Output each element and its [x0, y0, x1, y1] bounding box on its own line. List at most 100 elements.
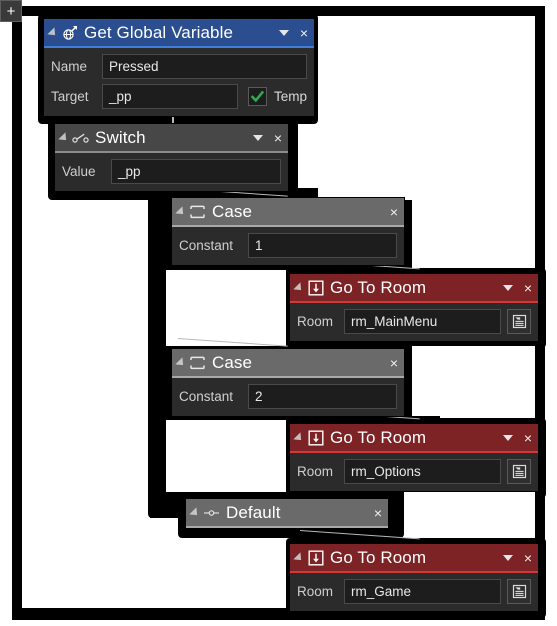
field-label-room: Room: [297, 584, 334, 599]
canvas-gap-case1-rt: [412, 200, 535, 268]
go-to-room-icon: [307, 429, 324, 446]
close-icon[interactable]: ×: [523, 281, 533, 295]
room-picker-icon[interactable]: [507, 579, 531, 604]
collapse-arrow-icon[interactable]: [175, 356, 187, 369]
block-title-get-global-variable: Get Global Variable: [84, 22, 233, 42]
block-body-go-to-room-2: Room rm_Options: [290, 453, 538, 491]
close-icon[interactable]: ×: [389, 356, 399, 370]
name-input[interactable]: Pressed: [102, 54, 307, 79]
check-icon: [250, 90, 265, 103]
add-action-button-label: +: [6, 2, 16, 20]
target-input[interactable]: _pp: [102, 84, 238, 109]
dnd-canvas[interactable]: + Get Global Variable × Name Pressed Tar…: [0, 0, 557, 626]
block-header-go-to-room-2[interactable]: Go To Room ×: [290, 424, 538, 451]
constant-input-2[interactable]: 2: [248, 384, 397, 409]
block-case-1[interactable]: Case × Constant 1: [172, 198, 404, 265]
close-icon[interactable]: ×: [299, 26, 309, 40]
field-row-name: Name Pressed: [51, 54, 307, 79]
chevron-down-icon[interactable]: [502, 284, 513, 291]
temp-checkbox-label: Temp: [273, 89, 307, 104]
close-icon[interactable]: ×: [523, 551, 533, 565]
field-row-constant-2: Constant 2: [179, 384, 397, 409]
block-header-go-to-room-3[interactable]: Go To Room ×: [290, 544, 538, 571]
field-label-value: Value: [62, 164, 96, 179]
canvas-gap-default-rt: [404, 492, 535, 538]
collapse-arrow-icon[interactable]: [175, 205, 187, 218]
go-to-room-icon: [307, 279, 324, 296]
block-header-case-1[interactable]: Case ×: [172, 198, 404, 225]
switch-body-outline: [150, 202, 152, 518]
global-variable-icon: [61, 24, 78, 41]
collapse-arrow-icon[interactable]: [293, 551, 305, 564]
field-row-room-2: Room rm_Options: [297, 459, 531, 484]
temp-checkbox[interactable]: [247, 87, 267, 106]
case-loop-icon: [189, 354, 206, 371]
block-go-to-room-2[interactable]: Go To Room × Room rm_Options: [290, 424, 538, 491]
block-case-2[interactable]: Case × Constant 2: [172, 349, 404, 416]
add-action-button[interactable]: +: [0, 0, 22, 22]
field-label-constant: Constant: [179, 238, 234, 253]
chevron-down-icon[interactable]: [502, 434, 513, 441]
field-label-room: Room: [297, 314, 334, 329]
constant-input-1[interactable]: 1: [248, 233, 397, 258]
block-default[interactable]: Default ×: [186, 499, 388, 528]
block-body-case-1: Constant 1: [172, 227, 404, 265]
chevron-down-icon[interactable]: [502, 554, 513, 561]
collapse-arrow-icon[interactable]: [58, 131, 70, 144]
block-header-switch[interactable]: Switch ×: [55, 124, 288, 151]
room-input-3[interactable]: rm_Game: [344, 579, 501, 604]
block-go-to-room-3[interactable]: Go To Room × Room rm_Game: [290, 544, 538, 611]
block-body-go-to-room-1: Room rm_MainMenu: [290, 303, 538, 341]
collapse-arrow-icon[interactable]: [293, 281, 305, 294]
field-label-room: Room: [297, 464, 334, 479]
block-title-go-to-room-1: Go To Room: [330, 277, 427, 297]
room-input-1[interactable]: rm_MainMenu: [344, 309, 501, 334]
block-body-get-global-variable: Name Pressed Target _pp Temp: [44, 48, 314, 116]
block-title-go-to-room-2: Go To Room: [330, 427, 427, 447]
canvas-gap-upper: [318, 16, 535, 200]
canvas-gap-case2-rt: [412, 346, 535, 416]
chevron-down-icon[interactable]: [278, 29, 289, 36]
close-icon[interactable]: ×: [389, 205, 399, 219]
block-body-case-2: Constant 2: [172, 378, 404, 416]
room-picker-icon[interactable]: [507, 309, 531, 334]
collapse-arrow-icon[interactable]: [47, 26, 59, 39]
field-label-constant: Constant: [179, 389, 234, 404]
close-icon[interactable]: ×: [273, 131, 283, 145]
block-header-case-2[interactable]: Case ×: [172, 349, 404, 376]
close-icon[interactable]: ×: [373, 506, 383, 520]
room-picker-icon[interactable]: [507, 459, 531, 484]
chevron-down-icon[interactable]: [252, 134, 263, 141]
block-body-go-to-room-3: Room rm_Game: [290, 573, 538, 611]
canvas-gap-bottom: [22, 538, 286, 608]
block-header-go-to-room-1[interactable]: Go To Room ×: [290, 274, 538, 301]
field-row-room-1: Room rm_MainMenu: [297, 309, 531, 334]
switch-icon: [72, 129, 89, 146]
block-title-default: Default: [226, 502, 281, 522]
block-title-case-2: Case: [212, 352, 253, 372]
scaffold-outer-left: [12, 6, 22, 620]
field-row-value: Value _pp: [62, 159, 281, 184]
block-go-to-room-1[interactable]: Go To Room × Room rm_MainMenu: [290, 274, 538, 341]
canvas-gap-room1-lt: [166, 270, 286, 346]
temp-checkbox-wrap[interactable]: Temp: [247, 87, 307, 106]
block-header-get-global-variable[interactable]: Get Global Variable ×: [44, 19, 314, 46]
collapse-arrow-icon[interactable]: [293, 431, 305, 444]
field-label-name: Name: [51, 59, 88, 74]
room-input-2[interactable]: rm_Options: [344, 459, 501, 484]
block-title-case-1: Case: [212, 201, 253, 221]
field-row-room-3: Room rm_Game: [297, 579, 531, 604]
collapse-arrow-icon[interactable]: [189, 506, 201, 519]
block-get-global-variable[interactable]: Get Global Variable × Name Pressed Targe…: [44, 19, 314, 116]
go-to-room-icon: [307, 549, 324, 566]
field-label-target: Target: [51, 89, 89, 104]
block-header-default[interactable]: Default ×: [186, 499, 388, 526]
block-switch[interactable]: Switch × Value _pp: [55, 124, 288, 191]
value-input[interactable]: _pp: [111, 159, 281, 184]
close-icon[interactable]: ×: [523, 431, 533, 445]
block-title-go-to-room-3: Go To Room: [330, 547, 427, 567]
field-row-constant-1: Constant 1: [179, 233, 397, 258]
field-row-target: Target _pp Temp: [51, 84, 307, 109]
canvas-gap-room2-lt: [166, 420, 286, 492]
case-loop-icon: [189, 203, 206, 220]
